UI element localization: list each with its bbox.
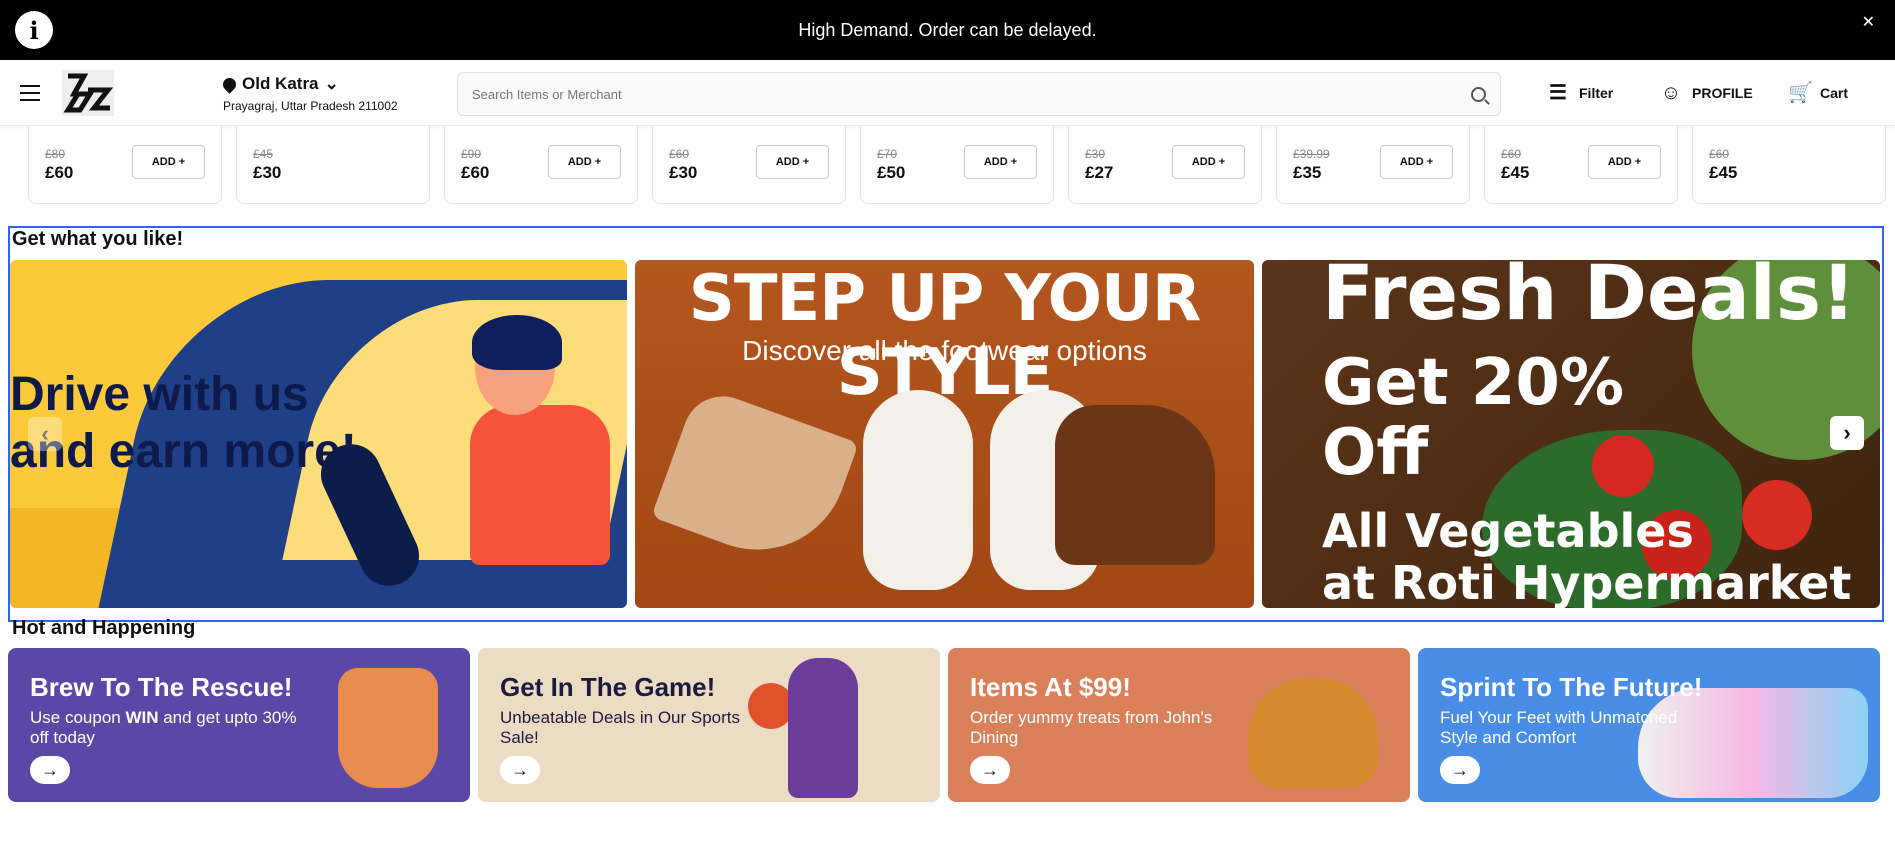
old-price: £90 — [461, 147, 482, 161]
heel-shoe-image — [651, 385, 859, 575]
location-pin-icon — [220, 74, 239, 94]
add-button[interactable]: ADD + — [548, 145, 621, 179]
price: £30 — [669, 163, 698, 182]
price: £60 — [461, 163, 490, 182]
filter-label: Filter — [1579, 85, 1614, 101]
profile-button[interactable]: ☺ PROFILE — [1660, 82, 1753, 104]
carousel-next-button[interactable]: › — [1830, 416, 1864, 450]
add-button[interactable]: ADD + — [1588, 145, 1661, 179]
banner-subtitle: Discover all the footwear options — [742, 335, 1147, 366]
filter-button[interactable]: ☰ Filter — [1547, 82, 1613, 104]
boot-image — [1055, 405, 1215, 565]
promo-title: Sprint To The Future! — [1440, 672, 1703, 702]
add-button[interactable]: ADD + — [756, 145, 829, 179]
add-button[interactable]: ADD + — [132, 145, 205, 179]
product-card[interactable]: £60 £30 ADD + — [652, 126, 846, 204]
arrow-right-icon[interactable]: → — [500, 756, 540, 784]
old-price: £30 — [1085, 147, 1106, 161]
notice-message: High Demand. Order can be delayed. — [798, 19, 1097, 40]
old-price: £80 — [45, 147, 66, 161]
header: Old Katra ⌄ Prayagraj, Uttar Pradesh 2110… — [0, 60, 1895, 126]
banner-vegetables[interactable]: Fresh Deals! Get 20% Off All Vegetables at… — [1262, 260, 1880, 608]
promo-subtitle: Order yummy treats from John's Dining — [970, 708, 1213, 747]
price: £27 — [1085, 163, 1114, 182]
burger-image — [1248, 678, 1378, 788]
section-title: Get what you like! — [12, 228, 184, 250]
promo-card-brew[interactable]: Brew To The Rescue! Use coupon WIN and g… — [8, 648, 470, 802]
arrow-right-icon[interactable]: → — [30, 756, 70, 784]
product-card[interactable]: £80 £60 ADD + — [28, 126, 222, 204]
banner-headline: Fresh Deals! — [1322, 260, 1856, 337]
info-icon: i — [15, 11, 53, 49]
menu-icon[interactable] — [20, 85, 40, 101]
old-price: £60 — [669, 147, 690, 161]
logo[interactable] — [62, 70, 114, 116]
arrow-right-icon[interactable]: → — [1440, 756, 1480, 784]
carousel-prev-button[interactable]: ‹ — [28, 417, 62, 451]
search-bar[interactable] — [457, 72, 1501, 116]
product-card[interactable]: £45 £30 — [236, 126, 430, 204]
location-address: Prayagraj, Uttar Pradesh 211002 — [223, 99, 398, 113]
promo-subtitle: Unbeatable Deals in Our Sports Sale! — [500, 708, 741, 747]
price: £30 — [253, 163, 282, 182]
promo-title: Items At $99! — [970, 672, 1131, 702]
promo-subtitle: Use coupon WIN and get upto 30% off toda… — [30, 708, 297, 747]
price: £50 — [877, 163, 906, 182]
old-price: £60 — [1501, 147, 1522, 161]
product-card[interactable]: £30 £27 ADD + — [1068, 126, 1262, 204]
cart-button[interactable]: 🛒 Cart — [1788, 82, 1848, 104]
user-icon: ☺ — [1660, 82, 1682, 104]
promo-card-items[interactable]: Items At $99! Order yummy treats from Jo… — [948, 648, 1410, 802]
add-button[interactable]: ADD + — [964, 145, 1037, 179]
banner-offer: Get 20% Off — [1322, 346, 1624, 490]
price: £35 — [1293, 163, 1322, 182]
banner-text: Drive with us and earn more! — [10, 368, 357, 478]
profile-label: PROFILE — [1692, 85, 1753, 101]
promo-card-sprint[interactable]: Sprint To The Future! Fuel Your Feet wit… — [1418, 648, 1880, 802]
product-card[interactable]: £90 £60 ADD + — [444, 126, 638, 204]
price: £45 — [1709, 163, 1738, 182]
product-card[interactable]: £60 £45 ADD + — [1484, 126, 1678, 204]
banner-subtitle: All Vegetables at Roti Hypermarket — [1322, 504, 1852, 608]
promo-card-game[interactable]: Get In The Game! Unbeatable Deals in Our… — [478, 648, 940, 802]
location-city: Old Katra — [242, 74, 319, 93]
banner-footwear[interactable]: STEP UP YOUR STYLE Discover all the foot… — [635, 260, 1254, 608]
promo-subtitle: Fuel Your Feet with Unmatched Style and … — [1440, 708, 1678, 747]
old-price: £45 — [253, 147, 274, 161]
section-title: Hot and Happening — [12, 617, 196, 639]
search-icon[interactable] — [1471, 86, 1486, 102]
old-price: £39.99 — [1293, 147, 1330, 161]
product-card[interactable]: £39.99 £35 ADD + — [1276, 126, 1470, 204]
coffee-cup-image — [338, 668, 438, 788]
price: £60 — [45, 163, 74, 182]
product-card[interactable]: £60 £45 — [1692, 126, 1886, 204]
player-image — [788, 658, 858, 798]
product-card[interactable]: £70 £50 ADD + — [860, 126, 1054, 204]
cart-icon: 🛒 — [1788, 82, 1813, 104]
banner-drive[interactable]: Drive with us and earn more! — [10, 260, 627, 608]
cart-label: Cart — [1820, 85, 1849, 101]
price: £45 — [1501, 163, 1530, 182]
search-input[interactable] — [472, 86, 1471, 102]
add-button[interactable]: ADD + — [1380, 145, 1453, 179]
filter-icon: ☰ — [1549, 82, 1567, 104]
chevron-down-icon: ⌄ — [324, 74, 339, 93]
arrow-right-icon[interactable]: → — [970, 756, 1010, 784]
product-row: £80 £60 ADD + £45 £30 £90 £60 ADD + £60 £30 ADD… — [0, 126, 1895, 208]
old-price: £70 — [877, 147, 898, 161]
location-selector[interactable]: Old Katra ⌄ Prayagraj, Uttar Pradesh 2110… — [220, 74, 398, 113]
old-price: £60 — [1709, 147, 1730, 161]
sneaker-image — [863, 390, 973, 590]
promo-title: Get In The Game! — [500, 672, 716, 702]
close-icon[interactable]: ✕ — [1862, 12, 1875, 32]
add-button[interactable]: ADD + — [1172, 145, 1245, 179]
notice-bar: i High Demand. Order can be delayed. ✕ — [0, 0, 1895, 60]
promo-title: Brew To The Rescue! — [30, 672, 293, 702]
